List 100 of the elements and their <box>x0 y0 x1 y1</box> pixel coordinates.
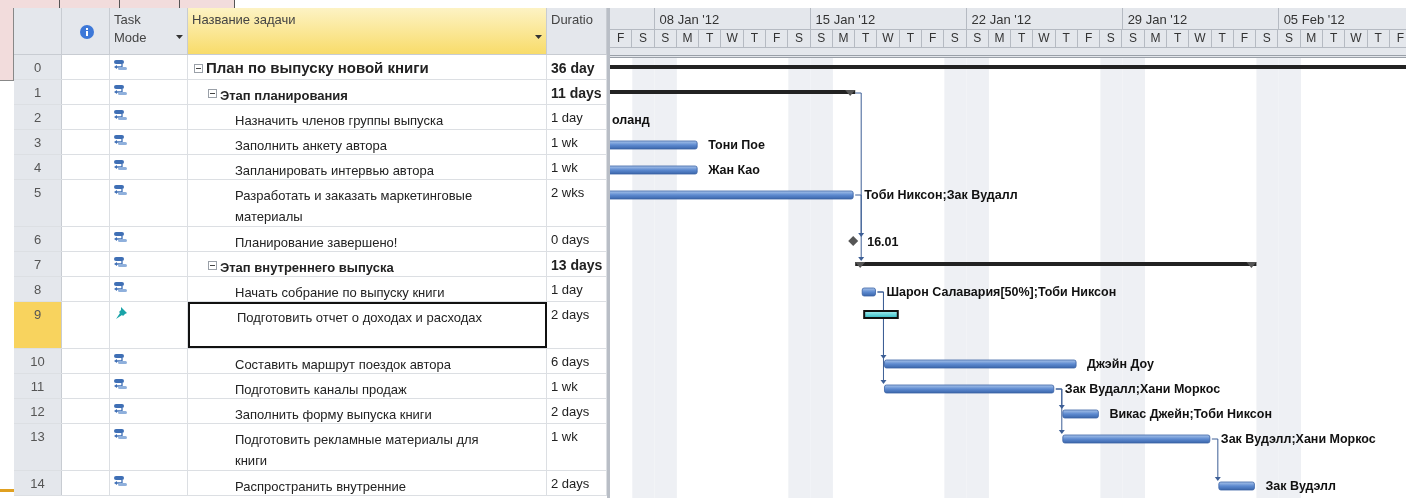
row-number[interactable]: 13 <box>14 424 62 470</box>
task-name-cell[interactable]: Подготовить рекламные материалы для книги <box>188 424 547 470</box>
day-label: T <box>899 30 922 48</box>
task-name-cell[interactable]: Начать собрание по выпуску книги <box>188 277 547 301</box>
task-bar[interactable] <box>1062 409 1099 419</box>
day-label: S <box>788 30 811 48</box>
row-number[interactable]: 0 <box>14 55 62 79</box>
task-name-cell[interactable]: Подготовить каналы продаж <box>188 374 547 398</box>
collapse-icon[interactable] <box>208 89 217 98</box>
row-number[interactable]: 7 <box>14 252 62 276</box>
day-label: M <box>988 30 1012 48</box>
week-label: 22 Jan '12 <box>966 8 1123 30</box>
collapse-icon[interactable] <box>208 261 217 270</box>
resource-label: Шарон Салавария[50%];Тоби Никсон <box>886 285 1117 299</box>
task-bar[interactable] <box>884 384 1055 394</box>
resource-label: Тоби Никсон;Зак Вудалл <box>864 188 1018 202</box>
column-header[interactable]: Название задачи <box>188 8 547 54</box>
day-label: M <box>676 30 700 48</box>
task-name: Подготовить отчет о доходах и расходах <box>237 309 483 327</box>
day-label: F <box>1077 30 1101 48</box>
row-number[interactable]: 11 <box>14 374 62 398</box>
resource-label: 16.01 <box>867 235 899 249</box>
manual-task-bar[interactable] <box>863 310 899 319</box>
dropdown-caret-icon[interactable] <box>535 35 542 39</box>
row-number[interactable]: 14 <box>14 471 62 495</box>
day-label: S <box>1122 30 1145 48</box>
duration: 1 wk <box>551 428 578 444</box>
task-name-cell[interactable]: Заполнить анкету автора <box>188 130 547 154</box>
task-name: Заполнить форму выпуска книги <box>235 406 432 424</box>
row-number[interactable]: 10 <box>14 349 62 373</box>
row-number[interactable]: 12 <box>14 399 62 423</box>
row-number[interactable]: 8 <box>14 277 62 301</box>
task-name-cell[interactable]: Назначить членов группы выпуска <box>188 105 547 129</box>
day-label: W <box>1345 30 1368 48</box>
day-label: F <box>921 30 945 48</box>
dropdown-caret-icon[interactable] <box>176 35 183 39</box>
task-bar[interactable] <box>1218 481 1255 491</box>
task-bar[interactable] <box>610 140 698 150</box>
task-name-cell[interactable]: Запланировать интервью автора <box>188 155 547 179</box>
task-name-cell[interactable]: Распространить внутренние <box>188 471 547 495</box>
duration: 1 day <box>551 109 583 125</box>
day-label: S <box>1278 30 1301 48</box>
task-name-cell[interactable]: Разработать и заказать маркетинговые материалы <box>188 180 547 226</box>
task-bar[interactable] <box>610 190 854 200</box>
task-name: Подготовить рекламные материалы для книги <box>235 431 479 470</box>
task-name: Распространить внутренние <box>235 478 406 496</box>
task-bar[interactable] <box>610 165 698 175</box>
task-name-cell[interactable]: Заполнить форму выпуска книги <box>188 399 547 423</box>
task-name-cell[interactable]: Этап планирования <box>188 80 547 104</box>
row-number[interactable]: 4 <box>14 155 62 179</box>
task-name: План по выпуску новой книги <box>206 60 429 75</box>
day-label: T <box>1367 30 1390 48</box>
task-name-cell[interactable]: Планирование завершено! <box>188 227 547 251</box>
task-name: Запланировать интервью автора <box>235 162 434 180</box>
day-label: S <box>966 30 989 48</box>
collapse-icon[interactable] <box>194 64 203 73</box>
week-label: 29 Jan '12 <box>1122 8 1279 30</box>
row-number[interactable]: 9 <box>14 302 62 348</box>
summary-bar[interactable] <box>855 262 1257 268</box>
day-label: S <box>810 30 833 48</box>
duration: 1 day <box>551 281 583 297</box>
week-label: 08 Jan '12 <box>654 8 811 30</box>
day-label: W <box>1189 30 1212 48</box>
task-name: Разработать и заказать маркетинговые материалы <box>235 187 473 226</box>
day-label: S <box>944 30 967 48</box>
row-number[interactable]: 2 <box>14 105 62 129</box>
day-label: W <box>721 30 744 48</box>
day-label: F <box>1233 30 1257 48</box>
duration: 1 wk <box>551 159 578 175</box>
task-bar[interactable] <box>884 359 1077 369</box>
task-name-cell[interactable]: Этап внутреннего выпуска <box>188 252 547 276</box>
duration: 0 days <box>551 231 590 247</box>
row-number[interactable]: 1 <box>14 80 62 104</box>
day-label: T <box>1011 30 1034 48</box>
duration: 2 days <box>551 475 590 491</box>
day-label: S <box>654 30 677 48</box>
summary-bar[interactable] <box>610 90 856 96</box>
duration: 11 days <box>551 84 602 101</box>
task-name-cell[interactable]: План по выпуску новой книги <box>188 55 547 79</box>
day-label: T <box>699 30 722 48</box>
resource-label: Викас Джейн;Тоби Никсон <box>1109 407 1272 421</box>
resource-label: Зак Вудэлл <box>1265 479 1336 493</box>
task-name-cell[interactable]: Подготовить отчет о доходах и расходах <box>188 302 547 348</box>
task-name-cell[interactable]: Составить маршрут поездок автора <box>188 349 547 373</box>
task-bar[interactable] <box>861 287 876 297</box>
resource-label: Тони Пое <box>708 138 765 152</box>
milestone-diamond[interactable] <box>848 236 859 246</box>
day-label: T <box>1323 30 1346 48</box>
day-label: T <box>855 30 878 48</box>
task-name: Этап планирования <box>220 87 348 105</box>
row-number[interactable]: 3 <box>14 130 62 154</box>
task-name: Назначить членов группы выпуска <box>235 112 444 130</box>
resource-label: оланд <box>612 113 650 127</box>
resource-label: Зак Вудэлл;Хани Моркос <box>1220 432 1376 446</box>
day-label: S <box>1100 30 1123 48</box>
day-label: T <box>1211 30 1234 48</box>
row-number[interactable]: 5 <box>14 180 62 226</box>
row-number[interactable]: 6 <box>14 227 62 251</box>
task-bar[interactable] <box>1062 434 1211 444</box>
task-name: Начать собрание по выпуску книги <box>235 284 445 302</box>
